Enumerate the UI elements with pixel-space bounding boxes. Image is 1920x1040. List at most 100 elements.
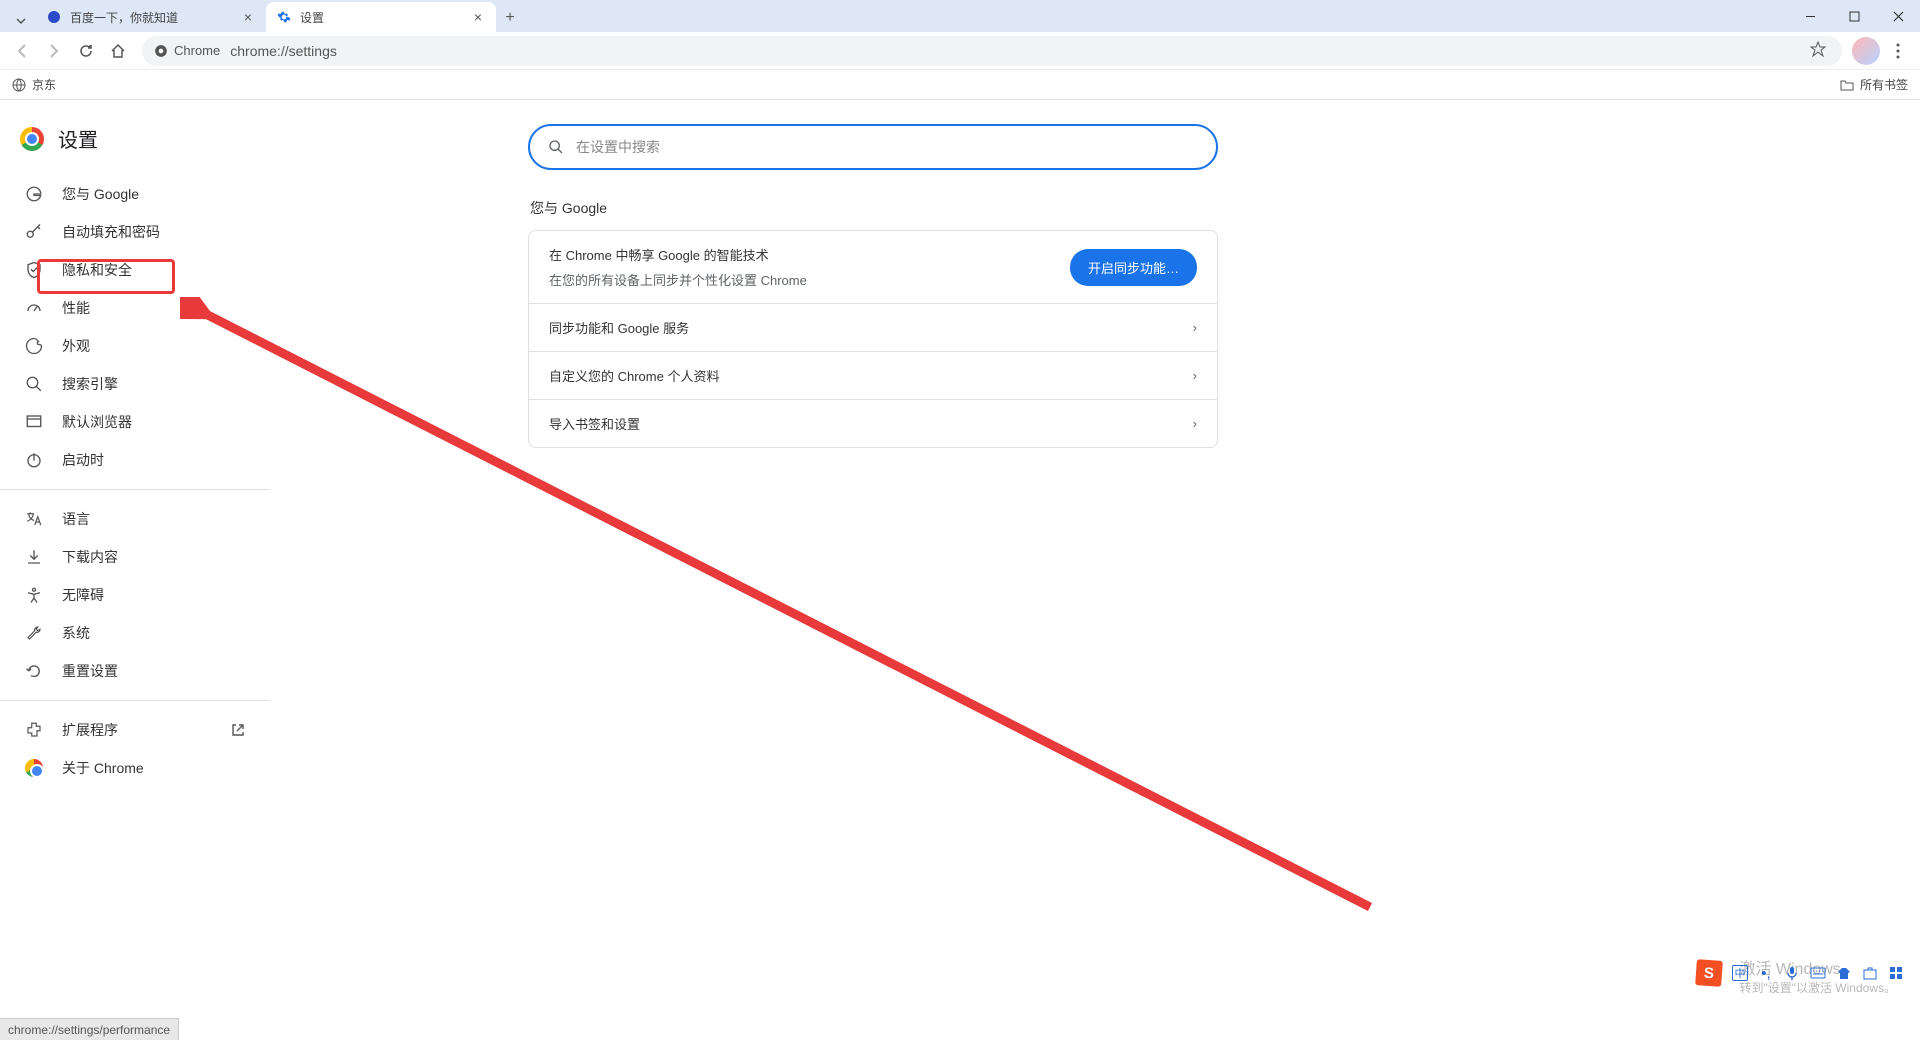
status-bar: chrome://settings/performance	[0, 1018, 179, 1040]
close-icon[interactable]: ×	[240, 9, 256, 25]
minimize-button[interactable]	[1788, 0, 1832, 32]
site-info-icon[interactable]: Chrome	[154, 43, 220, 58]
page-title: 设置	[58, 124, 98, 153]
section-label: 您与 Google	[528, 198, 1218, 218]
folder-icon	[1840, 78, 1854, 92]
new-tab-button[interactable]: +	[496, 4, 524, 32]
reload-button[interactable]	[72, 37, 100, 65]
sidebar-item-label: 无障碍	[62, 585, 104, 605]
sidebar-item-autofill[interactable]: 自动填充和密码	[0, 213, 270, 251]
close-window-button[interactable]	[1876, 0, 1920, 32]
close-icon[interactable]: ×	[470, 9, 486, 25]
sidebar-item-label: 重置设置	[62, 661, 118, 681]
sync-title: 在 Chrome 中畅享 Google 的智能技术	[549, 245, 807, 264]
window-controls	[1788, 0, 1920, 32]
sidebar-item-privacy[interactable]: 隐私和安全	[0, 251, 270, 289]
chrome-label: Chrome	[174, 43, 220, 58]
tab-baidu[interactable]: 百度一下，你就知道 ×	[36, 2, 266, 32]
search-icon	[24, 374, 44, 394]
import-bookmarks-row[interactable]: 导入书签和设置 ›	[529, 399, 1217, 447]
external-link-icon	[230, 722, 246, 738]
kebab-menu-icon[interactable]	[1884, 37, 1912, 65]
sync-services-row[interactable]: 同步功能和 Google 服务 ›	[529, 303, 1217, 351]
sidebar-item-label: 外观	[62, 336, 90, 356]
chrome-logo-icon	[20, 127, 44, 151]
sync-subtitle: 在您的所有设备上同步并个性化设置 Chrome	[549, 270, 807, 289]
tabs-dropdown-icon[interactable]	[10, 10, 32, 32]
bookmark-star-icon[interactable]	[1810, 41, 1830, 61]
sidebar-item-about[interactable]: 关于 Chrome	[0, 749, 270, 787]
settings-main: 您与 Google 在 Chrome 中畅享 Google 的智能技术 在您的所…	[270, 100, 1920, 1018]
ime-keyboard-icon[interactable]	[1810, 965, 1826, 981]
sidebar-item-label: 扩展程序	[62, 720, 118, 740]
sidebar-item-reset[interactable]: 重置设置	[0, 652, 270, 690]
sidebar-item-performance[interactable]: 性能	[0, 289, 270, 327]
maximize-button[interactable]	[1832, 0, 1876, 32]
settings-sidebar: 设置 您与 Google 自动填充和密码 隐私和安全 性能 外观 搜索引擎 默	[0, 100, 270, 1018]
browser-icon	[24, 412, 44, 432]
home-button[interactable]	[104, 37, 132, 65]
chevron-right-icon: ›	[1193, 416, 1197, 431]
ime-toolbar[interactable]: S 中 •,	[1696, 960, 1904, 986]
sync-promo-text: 在 Chrome 中畅享 Google 的智能技术 在您的所有设备上同步并个性化…	[549, 245, 807, 289]
profile-avatar[interactable]	[1852, 37, 1880, 65]
ime-lang-indicator[interactable]: 中	[1732, 965, 1748, 981]
speedometer-icon	[24, 298, 44, 318]
download-icon	[24, 547, 44, 567]
turn-on-sync-button[interactable]: 开启同步功能…	[1070, 249, 1197, 286]
palette-icon	[24, 336, 44, 356]
ime-logo-icon[interactable]: S	[1695, 959, 1723, 987]
row-label: 导入书签和设置	[549, 414, 640, 433]
plus-icon: +	[505, 9, 514, 27]
all-bookmarks-button[interactable]: 所有书签	[1840, 76, 1908, 93]
sidebar-item-label: 关于 Chrome	[62, 758, 144, 778]
sidebar-header: 设置	[0, 118, 270, 175]
search-input[interactable]	[576, 139, 1198, 155]
address-bar[interactable]: Chrome chrome://settings	[142, 36, 1842, 66]
chrome-icon	[24, 758, 44, 778]
reset-icon	[24, 661, 44, 681]
sync-promo-row: 在 Chrome 中畅享 Google 的智能技术 在您的所有设备上同步并个性化…	[529, 231, 1217, 303]
gear-icon	[276, 9, 292, 25]
ime-punct-icon[interactable]: •,	[1758, 965, 1774, 981]
url-text: chrome://settings	[230, 43, 1800, 59]
sidebar-item-label: 搜索引擎	[62, 374, 118, 394]
chevron-right-icon: ›	[1193, 320, 1197, 335]
sidebar-item-label: 自动填充和密码	[62, 222, 160, 242]
ime-skin-icon[interactable]	[1836, 965, 1852, 981]
sidebar-item-default-browser[interactable]: 默认浏览器	[0, 403, 270, 441]
bookmarks-bar: 京东 所有书签	[0, 70, 1920, 100]
browser-toolbar: Chrome chrome://settings	[0, 32, 1920, 70]
sidebar-item-search-engine[interactable]: 搜索引擎	[0, 365, 270, 403]
sidebar-item-downloads[interactable]: 下载内容	[0, 538, 270, 576]
ime-mic-icon[interactable]	[1784, 965, 1800, 981]
sidebar-item-appearance[interactable]: 外观	[0, 327, 270, 365]
row-label: 自定义您的 Chrome 个人资料	[549, 366, 719, 385]
wrench-icon	[24, 623, 44, 643]
divider	[0, 700, 270, 701]
sidebar-item-on-startup[interactable]: 启动时	[0, 441, 270, 479]
sidebar-item-label: 语言	[62, 509, 90, 529]
customize-profile-row[interactable]: 自定义您的 Chrome 个人资料 ›	[529, 351, 1217, 399]
tab-title: 百度一下，你就知道	[70, 9, 232, 26]
ime-toolbox-icon[interactable]	[1862, 965, 1878, 981]
sidebar-item-accessibility[interactable]: 无障碍	[0, 576, 270, 614]
sidebar-item-extensions[interactable]: 扩展程序	[0, 711, 270, 749]
bookmark-jd[interactable]: 京东	[12, 76, 56, 93]
all-bookmarks-label: 所有书签	[1860, 76, 1908, 93]
window-titlebar: 百度一下，你就知道 × 设置 × +	[0, 0, 1920, 32]
back-button[interactable]	[8, 37, 36, 65]
sidebar-item-label: 系统	[62, 623, 90, 643]
sidebar-item-languages[interactable]: 语言	[0, 500, 270, 538]
sidebar-item-you-and-google[interactable]: 您与 Google	[0, 175, 270, 213]
divider	[0, 489, 270, 490]
sidebar-item-label: 您与 Google	[62, 184, 139, 204]
forward-button[interactable]	[40, 37, 68, 65]
sidebar-item-system[interactable]: 系统	[0, 614, 270, 652]
ime-grid-icon[interactable]	[1888, 965, 1904, 981]
key-icon	[24, 222, 44, 242]
tab-settings[interactable]: 设置 ×	[266, 2, 496, 32]
settings-search[interactable]	[528, 124, 1218, 170]
sidebar-item-label: 隐私和安全	[62, 260, 132, 280]
content-wrap: 您与 Google 在 Chrome 中畅享 Google 的智能技术 在您的所…	[528, 124, 1218, 448]
